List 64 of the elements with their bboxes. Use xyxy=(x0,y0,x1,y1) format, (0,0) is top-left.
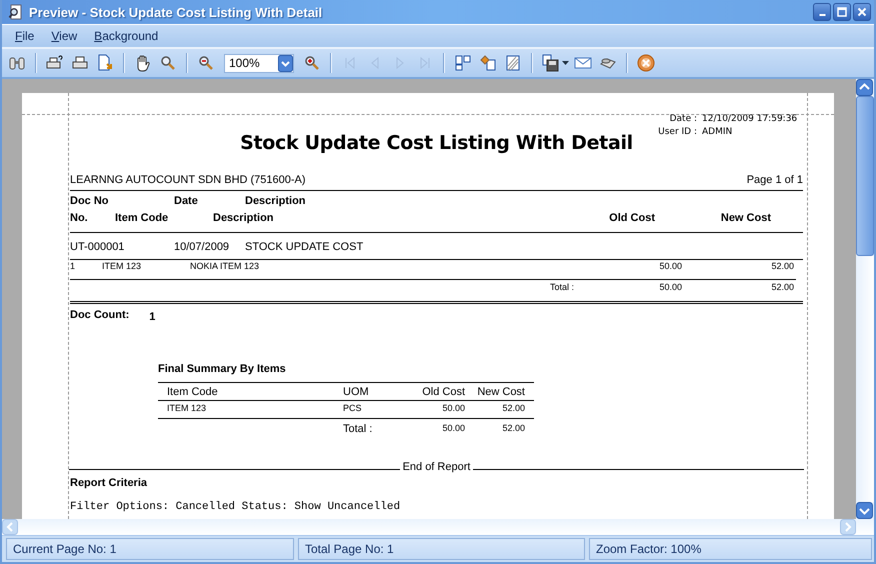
total-label: Total : xyxy=(549,282,576,292)
column-header: Item Code xyxy=(115,212,170,226)
menu-item[interactable]: View xyxy=(42,29,86,43)
status-panel: Current Page No: 1 xyxy=(6,538,294,560)
scrollbar-thumb[interactable] xyxy=(856,96,874,256)
menu-item[interactable]: File xyxy=(6,29,42,43)
table-cell-text: 50.00 xyxy=(441,403,465,413)
doc-number: UT-000001 xyxy=(70,241,126,253)
column-header: Old Cost xyxy=(608,212,655,226)
end-of-report-label: End of Report xyxy=(402,461,470,473)
status-panel: Total Page No: 1 xyxy=(298,538,585,560)
table-cell-text: ITEM 123 xyxy=(102,261,142,271)
doc-date: 10/07/2009 xyxy=(174,241,230,253)
maximize-button[interactable] xyxy=(833,3,851,21)
column-header: No. xyxy=(70,212,89,226)
table-cell-text: ITEM 123 xyxy=(167,403,208,413)
minimize-button[interactable] xyxy=(813,3,831,21)
column-header: Description xyxy=(213,212,275,226)
column-header: Doc No xyxy=(70,195,110,209)
document-magnifier-icon xyxy=(8,4,24,20)
total-value: 52.00 xyxy=(501,423,525,435)
doc-count: 1 xyxy=(149,311,156,323)
close-icon[interactable] xyxy=(635,52,657,74)
report-title: Stock Update Cost Listing With Detail xyxy=(239,132,634,154)
status-panel: Zoom Factor: 100% xyxy=(589,538,872,560)
dropdown-arrow-icon[interactable] xyxy=(562,61,569,65)
total-value: 52.00 xyxy=(770,282,794,292)
summary-title: Final Summary By Items xyxy=(158,363,287,375)
table-cell-text: 50.00 xyxy=(658,261,682,271)
company-name: LEARNNG AUTOCOUNT SDN BHD (751600-A) xyxy=(70,174,306,186)
column-header: Old Cost xyxy=(421,386,465,398)
table-cell-text: 52.00 xyxy=(770,261,794,271)
scroll-down-icon[interactable] xyxy=(856,502,873,519)
column-header: Description xyxy=(245,195,307,209)
date-label: Date : xyxy=(668,114,697,126)
total-label: Total : xyxy=(343,423,374,435)
total-value: 50.00 xyxy=(441,423,465,435)
maximize-icon xyxy=(837,7,847,17)
column-header: New Cost xyxy=(476,386,525,398)
close-button[interactable] xyxy=(853,3,871,21)
criteria-title: Report Criteria xyxy=(70,477,148,489)
menu-item[interactable]: Background xyxy=(85,29,166,43)
table-cell-text: PCS xyxy=(343,403,363,413)
column-header: New Cost xyxy=(720,212,771,226)
close-icon xyxy=(857,7,867,17)
column-header: Item Code xyxy=(167,386,219,398)
user-id-label: User ID : xyxy=(657,127,697,139)
scroll-up-icon[interactable] xyxy=(856,79,873,96)
page-number: Page 1 of 1 xyxy=(746,174,803,186)
criteria-text: Filter Options: Cancelled Status: Show Uncancelled xyxy=(70,501,402,513)
total-value: 50.00 xyxy=(658,282,682,292)
column-header: UOM xyxy=(343,386,370,398)
table-cell-text: 1 xyxy=(70,261,76,271)
doc-count-label: Doc Count: xyxy=(70,309,130,323)
zoom-dropdown[interactable]: 100% xyxy=(224,54,294,72)
print-date: 12/10/2009 17:59:36 xyxy=(702,114,798,126)
window-title: Preview - Stock Update Cost Listing With Detail xyxy=(29,4,324,20)
table-cell-text: NOKIA ITEM 123 xyxy=(190,261,260,271)
vertical-scrollbar[interactable] xyxy=(856,79,874,519)
table-cell-text: 52.00 xyxy=(501,403,525,413)
column-header: Date xyxy=(174,195,199,209)
doc-description: STOCK UPDATE COST xyxy=(245,241,364,253)
user-id: ADMIN xyxy=(702,127,732,139)
minimize-icon xyxy=(818,14,826,16)
